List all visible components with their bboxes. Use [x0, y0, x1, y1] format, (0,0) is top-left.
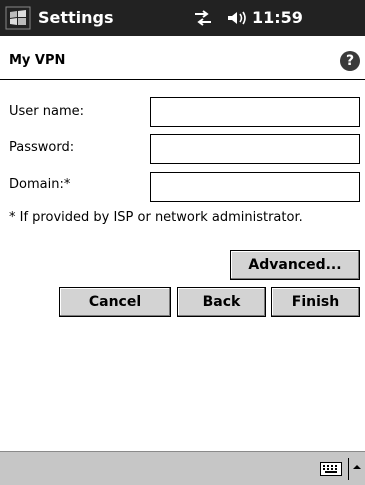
username-input[interactable]: [150, 97, 360, 127]
sip-arrow-up-icon[interactable]: [352, 463, 362, 471]
help-icon[interactable]: ?: [340, 51, 360, 71]
keyboard-icon[interactable]: [320, 462, 342, 476]
network-icon[interactable]: [193, 9, 213, 27]
password-input[interactable]: [150, 134, 360, 164]
page-header: My VPN ?: [0, 36, 365, 80]
cancel-button[interactable]: Cancel: [59, 287, 171, 317]
windows-start-icon[interactable]: [5, 6, 31, 30]
password-label: Password:: [9, 140, 75, 155]
app-title[interactable]: Settings: [38, 8, 114, 27]
domain-footnote: * If provided by ISP or network administ…: [9, 210, 303, 225]
sip-divider: [348, 458, 349, 480]
back-button[interactable]: Back: [177, 287, 266, 317]
volume-icon[interactable]: [225, 9, 249, 27]
menu-bar: [0, 451, 365, 485]
domain-input[interactable]: [150, 172, 360, 202]
header-divider: [0, 79, 365, 80]
finish-button[interactable]: Finish: [271, 287, 360, 317]
username-label: User name:: [9, 104, 85, 119]
clock[interactable]: 11:59: [252, 8, 303, 27]
domain-label: Domain:*: [9, 177, 71, 192]
page-title: My VPN: [9, 53, 66, 68]
advanced-button[interactable]: Advanced...: [230, 250, 360, 280]
title-bar: Settings 11:59: [0, 0, 365, 36]
